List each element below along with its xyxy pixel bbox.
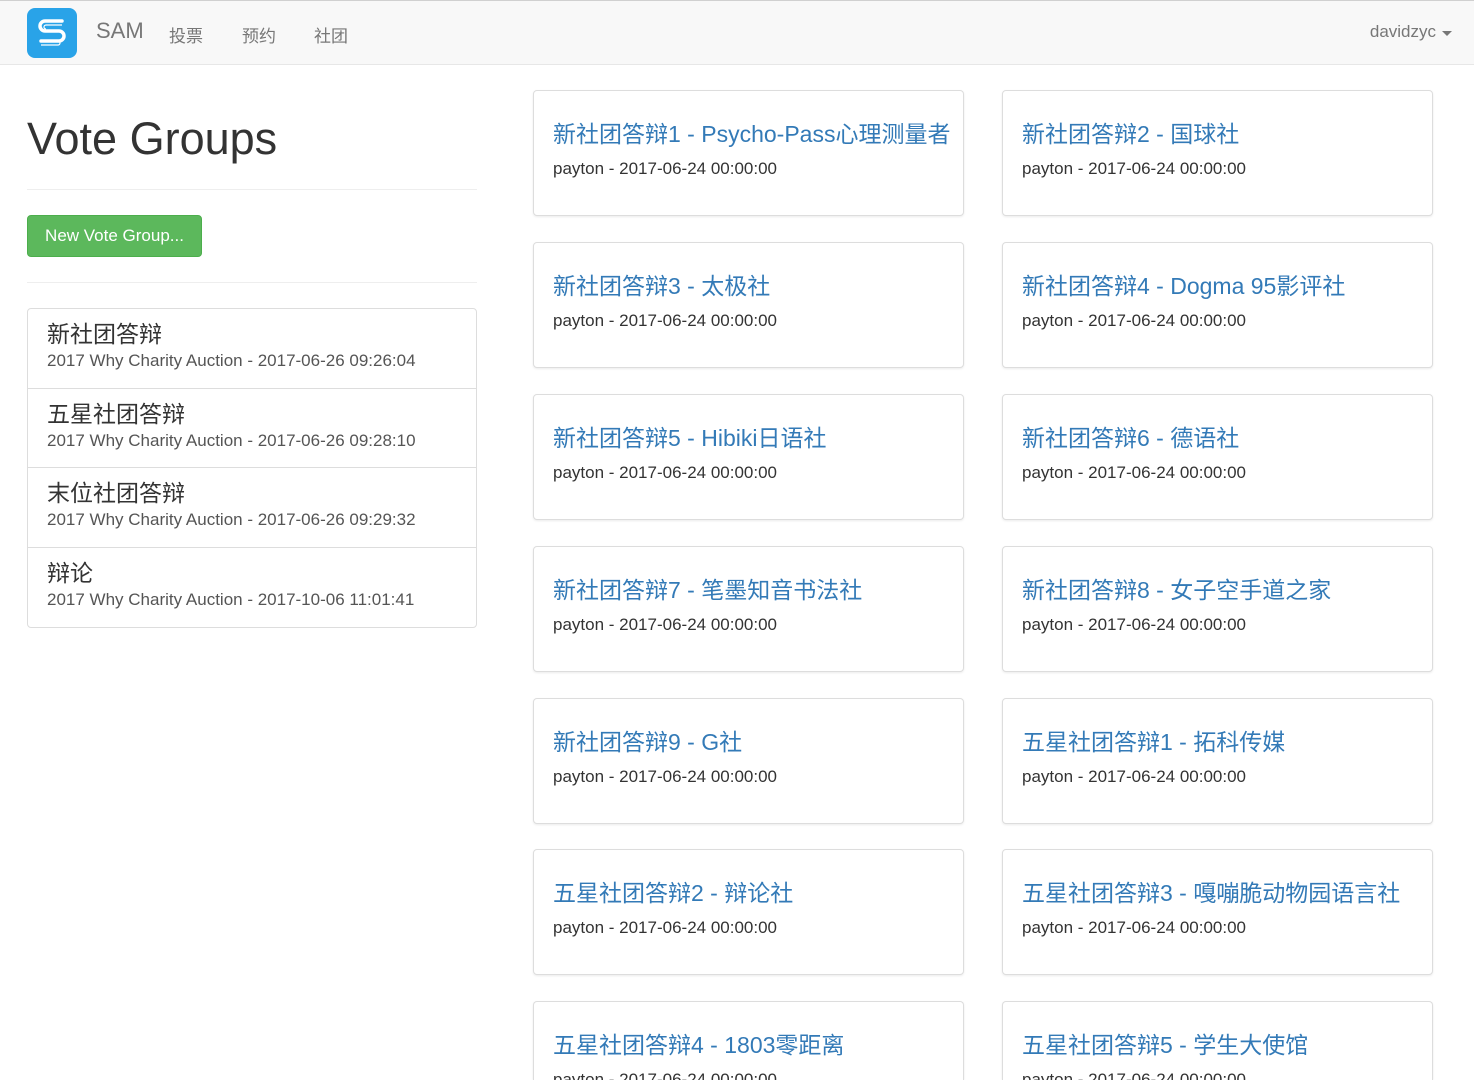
vote-card: 五星社团答辩5 - 学生大使馆 payton - 2017-06-24 00:0… (1002, 1001, 1433, 1080)
vote-card-title[interactable]: 五星社团答辩2 - 辩论社 (553, 878, 944, 908)
sam-logo-icon[interactable] (27, 8, 77, 58)
vote-card-meta: payton - 2017-06-24 00:00:00 (553, 311, 778, 330)
user-menu[interactable]: davidzyc (1370, 22, 1452, 42)
vote-card-meta: payton - 2017-06-24 00:00:00 (553, 1070, 778, 1080)
vote-card-meta: payton - 2017-06-24 00:00:00 (553, 615, 778, 634)
vote-group-item[interactable]: 新社团答辩 2017 Why Charity Auction - 2017-06… (28, 309, 476, 389)
vote-card-title[interactable]: 新社团答辩5 - Hibiki日语社 (553, 423, 944, 453)
vote-card-title[interactable]: 五星社团答辩5 - 学生大使馆 (1022, 1030, 1413, 1060)
vote-card-meta: payton - 2017-06-24 00:00:00 (553, 463, 778, 482)
vote-card: 新社团答辩3 - 太极社 payton - 2017-06-24 00:00:0… (533, 242, 964, 368)
vote-card-meta: payton - 2017-06-24 00:00:00 (1022, 463, 1247, 482)
vote-card-title[interactable]: 新社团答辩2 - 国球社 (1022, 119, 1413, 149)
vote-group-item[interactable]: 末位社团答辩 2017 Why Charity Auction - 2017-0… (28, 468, 476, 548)
vote-group-meta: 2017 Why Charity Auction - 2017-10-06 11… (47, 589, 415, 609)
vote-card-title[interactable]: 新社团答辩8 - 女子空手道之家 (1022, 575, 1413, 605)
vote-card: 新社团答辩4 - Dogma 95影评社 payton - 2017-06-24… (1002, 242, 1433, 368)
vote-group-meta: 2017 Why Charity Auction - 2017-06-26 09… (47, 510, 416, 529)
vote-group-title: 新社团答辩 (47, 321, 162, 347)
vote-group-meta: 2017 Why Charity Auction - 2017-06-26 09… (47, 351, 416, 370)
new-vote-group-button[interactable]: New Vote Group... (27, 215, 202, 257)
vote-group-title: 五星社团答辩 (47, 400, 185, 427)
vote-card-title[interactable]: 新社团答辩3 - 太极社 (553, 271, 944, 301)
vote-card-title[interactable]: 五星社团答辩4 - 1803零距离 (553, 1030, 944, 1060)
vote-card-title[interactable]: 新社团答辩6 - 德语社 (1022, 423, 1413, 453)
vote-card: 五星社团答辩3 - 嘎嘣脆动物园语言社 payton - 2017-06-24 … (1002, 849, 1433, 975)
vote-card-meta: payton - 2017-06-24 00:00:00 (553, 159, 778, 178)
vote-group-title: 辩论 (47, 559, 93, 586)
vote-card: 新社团答辩5 - Hibiki日语社 payton - 2017-06-24 0… (533, 394, 964, 520)
nav-link-clubs[interactable]: 社团 (314, 22, 348, 47)
vote-group-title: 末位社团答辩 (47, 480, 185, 506)
vote-card-title[interactable]: 新社团答辩9 - G社 (553, 727, 944, 757)
nav-link-reservation[interactable]: 预约 (242, 22, 276, 47)
vote-card-meta: payton - 2017-06-24 00:00:00 (553, 918, 778, 937)
caret-down-icon (1442, 30, 1452, 36)
user-name: davidzyc (1369, 22, 1436, 41)
divider (27, 189, 477, 190)
vote-card-meta: payton - 2017-06-24 00:00:00 (1022, 159, 1247, 178)
vote-group-item[interactable]: 辩论 2017 Why Charity Auction - 2017-10-06… (28, 548, 476, 628)
vote-card-meta: payton - 2017-06-24 00:00:00 (1022, 311, 1247, 330)
vote-card-meta: payton - 2017-06-24 00:00:00 (1022, 767, 1247, 786)
vote-card: 新社团答辩9 - G社 payton - 2017-06-24 00:00:00 (533, 698, 964, 824)
vote-card-meta: payton - 2017-06-24 00:00:00 (553, 767, 778, 786)
page-title: Vote Groups (27, 113, 278, 164)
vote-card-title[interactable]: 新社团答辩7 - 笔墨知音书法社 (553, 575, 944, 605)
vote-card: 新社团答辩2 - 国球社 payton - 2017-06-24 00:00:0… (1002, 90, 1433, 216)
vote-card: 五星社团答辩2 - 辩论社 payton - 2017-06-24 00:00:… (533, 849, 964, 975)
vote-card-meta: payton - 2017-06-24 00:00:00 (1022, 918, 1247, 937)
vote-card-meta: payton - 2017-06-24 00:00:00 (1022, 615, 1247, 634)
vote-card-title[interactable]: 新社团答辩1 - Psycho-Pass心理测量者 (553, 119, 950, 149)
divider (27, 282, 477, 283)
vote-card-title[interactable]: 五星社团答辩3 - 嘎嘣脆动物园语言社 (1022, 878, 1413, 908)
vote-card: 新社团答辩1 - Psycho-Pass心理测量者 payton - 2017-… (533, 90, 964, 216)
vote-card: 新社团答辩8 - 女子空手道之家 payton - 2017-06-24 00:… (1002, 546, 1433, 672)
vote-card: 五星社团答辩4 - 1803零距离 payton - 2017-06-24 00… (533, 1001, 964, 1080)
navbar: SAM 投票 预约 社团 davidzyc (0, 0, 1474, 65)
vote-group-meta: 2017 Why Charity Auction - 2017-06-26 09… (47, 430, 416, 450)
vote-card-title[interactable]: 新社团答辩4 - Dogma 95影评社 (1022, 271, 1413, 301)
vote-card: 新社团答辩6 - 德语社 payton - 2017-06-24 00:00:0… (1002, 394, 1433, 520)
vote-card-meta: payton - 2017-06-24 00:00:00 (1022, 1070, 1247, 1080)
vote-group-list: 新社团答辩 2017 Why Charity Auction - 2017-06… (27, 308, 477, 628)
vote-group-item[interactable]: 五星社团答辩 2017 Why Charity Auction - 2017-0… (28, 389, 476, 468)
vote-card: 新社团答辩7 - 笔墨知音书法社 payton - 2017-06-24 00:… (533, 546, 964, 672)
vote-card: 五星社团答辩1 - 拓科传媒 payton - 2017-06-24 00:00… (1002, 698, 1433, 824)
vote-card-title[interactable]: 五星社团答辩1 - 拓科传媒 (1022, 727, 1413, 757)
brand-link[interactable]: SAM (96, 18, 144, 44)
nav-link-vote[interactable]: 投票 (169, 22, 203, 47)
